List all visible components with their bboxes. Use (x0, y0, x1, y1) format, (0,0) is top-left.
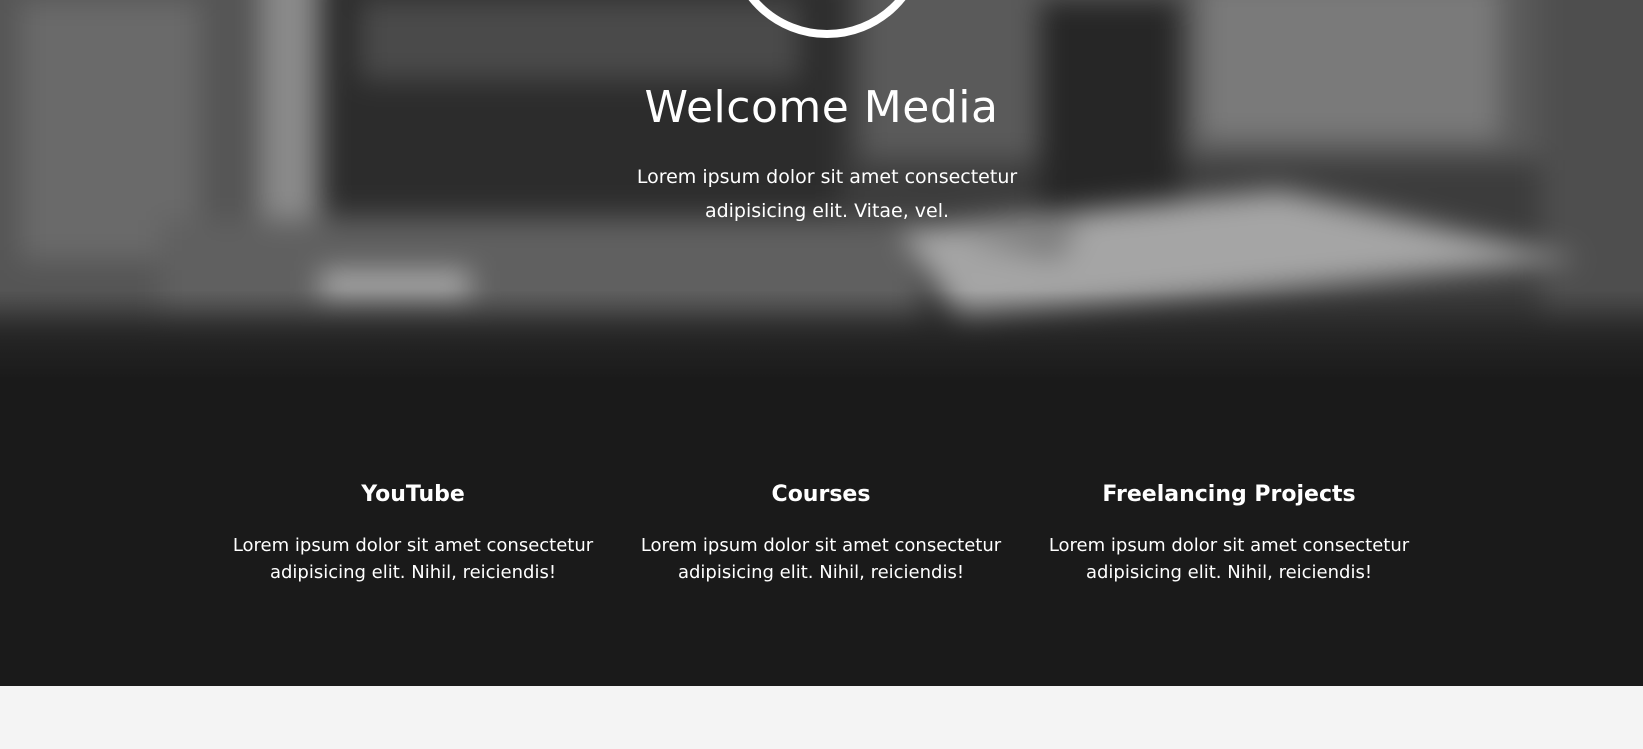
service-freelancing-projects: Freelancing Projects Lorem ipsum dolor s… (1029, 480, 1429, 586)
service-title: Courses (771, 482, 871, 507)
service-description: Lorem ipsum dolor sit amet consectetur a… (621, 532, 1021, 586)
page-background-strip (0, 686, 1643, 749)
hero-section: Welcome Media Lorem ipsum dolor sit amet… (0, 0, 1643, 380)
services-section: YouTube Lorem ipsum dolor sit amet conse… (0, 380, 1643, 686)
service-title: Freelancing Projects (1102, 482, 1356, 507)
hero-bottom-fade (0, 290, 1643, 380)
hero-description: Lorem ipsum dolor sit amet consectetur a… (621, 160, 1033, 228)
service-description-line-1: Lorem ipsum dolor sit amet consectetur (232, 535, 594, 556)
service-description-line-1: Lorem ipsum dolor sit amet consectetur (640, 535, 1002, 556)
service-description: Lorem ipsum dolor sit amet consectetur a… (1029, 532, 1429, 586)
service-description: Lorem ipsum dolor sit amet consectetur a… (213, 532, 613, 586)
service-description-line-2: adipisicing elit. Nihil, reiciendis! (269, 562, 557, 583)
service-youtube: YouTube Lorem ipsum dolor sit amet conse… (213, 480, 613, 586)
service-courses: Courses Lorem ipsum dolor sit amet conse… (621, 480, 1021, 586)
service-title: YouTube (361, 482, 465, 507)
hero-description-line-2: adipisicing elit. Vitae, vel. (704, 200, 950, 222)
service-description-line-1: Lorem ipsum dolor sit amet consectetur (1048, 535, 1410, 556)
service-description-line-2: adipisicing elit. Nihil, reiciendis! (677, 562, 965, 583)
service-description-line-2: adipisicing elit. Nihil, reiciendis! (1085, 562, 1373, 583)
hero-description-line-1: Lorem ipsum dolor sit amet consectetur (636, 166, 1018, 188)
hero-title: Welcome Media (644, 82, 999, 133)
